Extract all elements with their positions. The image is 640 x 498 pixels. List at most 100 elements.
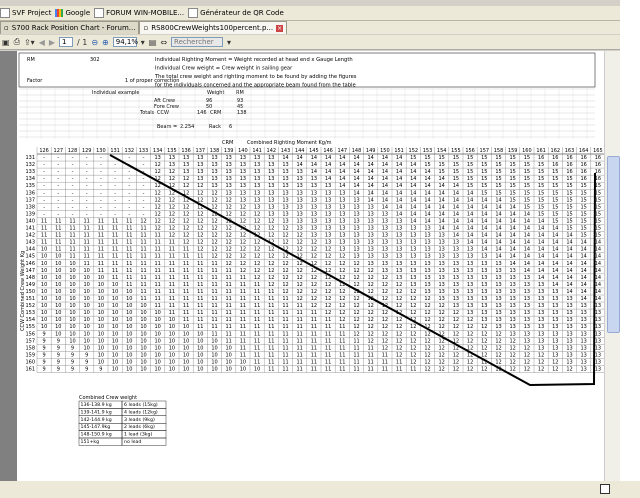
table-cell: - — [114, 204, 116, 210]
document-viewport[interactable]: RM 302 Factor 1 of proper correction Individ… — [0, 51, 604, 481]
table-cell: 11 — [240, 352, 246, 358]
next-page-icon[interactable]: ▶ — [49, 37, 55, 48]
table-cell: 11 — [268, 367, 274, 373]
bookmark-0[interactable]: SVF Project — [0, 8, 51, 18]
table-cell: 11 — [240, 282, 246, 288]
table-cell: 11 — [55, 226, 61, 232]
table-cell: 15 — [495, 190, 501, 196]
table-cell: 10 — [183, 359, 189, 365]
table-cell: 14 — [495, 204, 501, 210]
bookmark-2[interactable]: FORUM WIN-MOBILE... — [94, 8, 184, 18]
vertical-scrollbar[interactable] — [604, 51, 621, 481]
table-cell: 10 — [69, 275, 75, 281]
table-cell: 14 — [453, 226, 459, 232]
zoom-in-icon[interactable]: ⊕ — [102, 37, 109, 48]
bookmark-1[interactable]: Google — [55, 9, 90, 17]
share-icon[interactable]: ⇪▾ — [24, 37, 35, 48]
table-cell: 13 — [410, 240, 416, 246]
table-cell: 14 — [297, 155, 303, 161]
table-cell: 14 — [595, 296, 601, 302]
zoom-input[interactable]: 94,1% — [112, 37, 138, 47]
table-cell: 11 — [140, 289, 146, 295]
table-cell: 9 — [43, 367, 46, 373]
tab-crew-weights[interactable]: ▫ RS800CrewWeights100percent.p... × — [139, 21, 288, 34]
table-cell: 13 — [268, 204, 274, 210]
table-cell: 13 — [538, 345, 544, 351]
table-cell: 10 — [169, 367, 175, 373]
table-cell: 13 — [268, 155, 274, 161]
table-cell: 12 — [155, 183, 161, 189]
table-cell: 10 — [41, 282, 47, 288]
table-cell: 15 — [467, 155, 473, 161]
table-cell: 12 — [183, 211, 189, 217]
table-cell: 11 — [368, 359, 374, 365]
table-cell: 11 — [169, 296, 175, 302]
table-cell: 14 — [424, 190, 430, 196]
table-cell: 11 — [126, 240, 132, 246]
table-cell: 9 — [85, 359, 88, 365]
table-cell: 14 — [495, 247, 501, 253]
table-cell: 15 — [566, 218, 572, 224]
table-cell: 14 — [353, 169, 359, 175]
table-cell: 12 — [268, 275, 274, 281]
table-cell: 13 — [368, 226, 374, 232]
page-number-input[interactable]: 1 — [59, 37, 73, 47]
table-cell: 12 — [211, 226, 217, 232]
table-cell: 10 — [211, 367, 217, 373]
table-cell: 11 — [98, 240, 104, 246]
table-cell: 12 — [183, 176, 189, 182]
row-header: 161 — [25, 367, 35, 373]
table-cell: 15 — [581, 226, 587, 232]
table-cell: 13 — [424, 261, 430, 267]
table-cell: 14 — [325, 162, 331, 168]
table-cell: 15 — [510, 162, 516, 168]
table-cell: 16 — [595, 155, 601, 161]
previous-page-icon[interactable]: ◀ — [39, 37, 45, 48]
table-cell: 13 — [467, 275, 473, 281]
column-header: 138 — [210, 148, 220, 154]
table-cell: 14 — [382, 155, 388, 161]
table-cell: 12 — [325, 261, 331, 267]
bookmark-3[interactable]: Générateur de QR Code — [188, 8, 284, 18]
table-cell: 10 — [126, 324, 132, 330]
table-cell: 12 — [510, 345, 516, 351]
table-cell: 13 — [581, 367, 587, 373]
table-cell: 13 — [353, 204, 359, 210]
table-cell: 12 — [524, 359, 530, 365]
table-cell: 14 — [552, 247, 558, 253]
table-cell: 11 — [254, 359, 260, 365]
table-cell: 13 — [268, 190, 274, 196]
tab-rack-chart[interactable]: ▫ S700 Rack Position Chart - Forum... — [0, 21, 140, 34]
search-input[interactable]: Rechercher — [171, 37, 224, 47]
save-icon[interactable]: ▣ — [2, 37, 10, 48]
close-tab-icon[interactable]: × — [276, 24, 284, 32]
column-header: 165 — [593, 148, 603, 154]
table-cell: 14 — [495, 218, 501, 224]
column-header: 162 — [551, 148, 561, 154]
table-cell: 12 — [268, 254, 274, 260]
table-cell: 14 — [453, 233, 459, 239]
table-cell: 15 — [510, 176, 516, 182]
zoom-dropdown-icon[interactable]: ▾ — [141, 37, 145, 48]
table-cell: 15 — [424, 155, 430, 161]
search-dropdown-icon[interactable]: ▾ — [227, 37, 231, 48]
table-cell: 14 — [439, 197, 445, 203]
table-cell: 13 — [552, 317, 558, 323]
scrollbar-thumb[interactable] — [607, 156, 620, 333]
table-cell: 11 — [98, 268, 104, 274]
table-cell: 15 — [581, 190, 587, 196]
table-cell: 12 — [396, 317, 402, 323]
table-cell: 11 — [382, 352, 388, 358]
google-icon — [55, 9, 64, 17]
table-cell: 11 — [41, 226, 47, 232]
fit-width-icon[interactable]: ⇔ — [160, 37, 167, 48]
table-cell: 14 — [453, 197, 459, 203]
print-icon[interactable]: ⎙ — [14, 37, 20, 48]
table-cell: - — [114, 183, 116, 189]
table-cell: 14 — [410, 183, 416, 189]
table-cell: 11 — [353, 359, 359, 365]
zoom-out-icon[interactable]: ⊖ — [91, 37, 98, 48]
table-cell: 13 — [595, 317, 601, 323]
table-cell: 12 — [410, 324, 416, 330]
fit-page-icon[interactable]: ▤ — [149, 37, 157, 48]
